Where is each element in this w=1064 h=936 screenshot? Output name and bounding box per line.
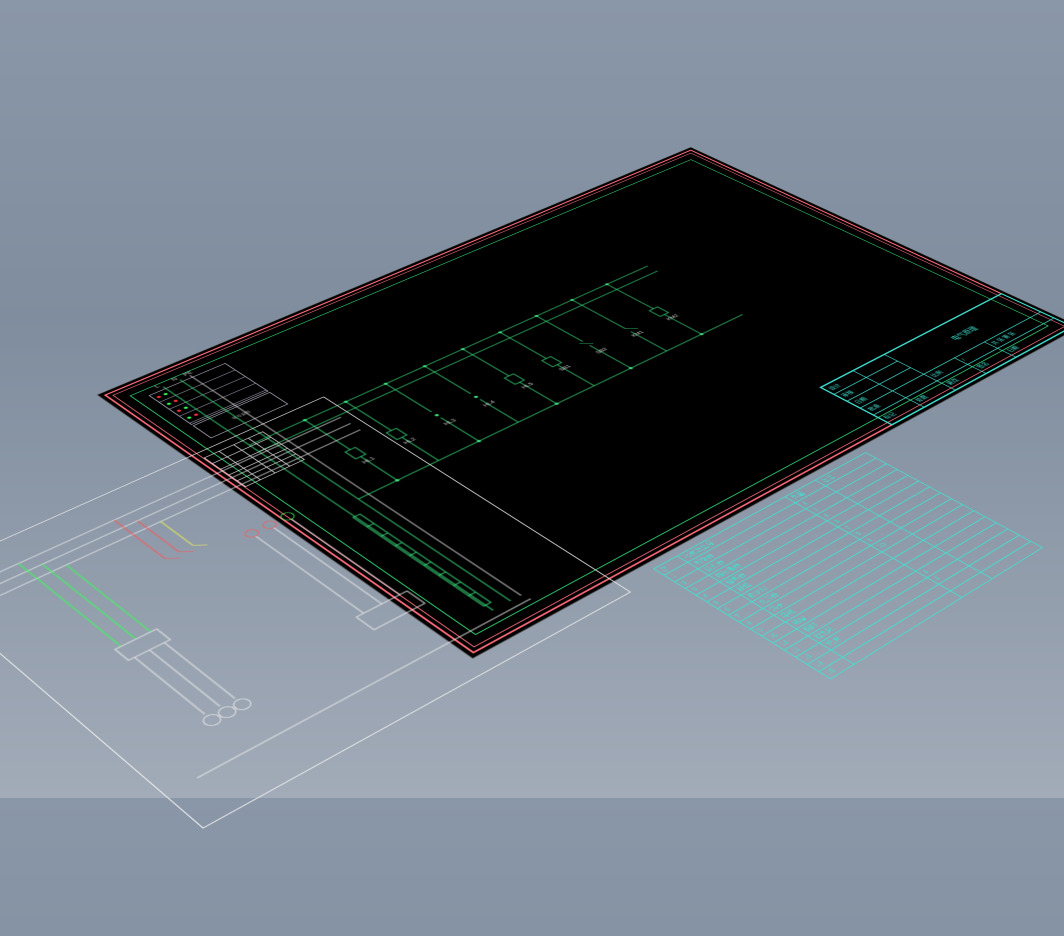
ref: HL1 xyxy=(361,457,377,465)
ref: HL5 xyxy=(521,382,536,390)
ref: HL4 xyxy=(482,400,497,408)
ref: HL2 xyxy=(403,437,419,445)
drawing-sheet[interactable]: · · · · · · · · · · · · 符号说明 L N PE xyxy=(98,147,1064,657)
ref: KM2 xyxy=(666,314,681,321)
rail-label: L xyxy=(154,385,162,389)
rail-label: PE xyxy=(182,371,195,377)
cad-3d-viewport[interactable]: · · · · · · · · · · · · 符号说明 L N PE xyxy=(0,0,1064,798)
legend-row: · · · xyxy=(170,377,256,416)
ref: SB2 xyxy=(595,347,610,354)
branches xyxy=(300,282,706,482)
ref: HL3 xyxy=(443,418,458,426)
rail-label: N xyxy=(171,377,180,382)
ghost-schematic-sheet: R S T xyxy=(0,397,631,829)
ref: SB1 xyxy=(558,365,573,373)
legend-row: · · · xyxy=(150,364,235,403)
legend-row: · · · xyxy=(180,384,266,424)
bom-table: 序名称及型号数量备注 1断路器12接触器23热继电器14熔断器35按钮26指示灯… xyxy=(653,452,1043,679)
ref: KM1 xyxy=(631,330,646,338)
isometric-scene: · · · · · · · · · · · · 符号说明 L N PE xyxy=(98,147,1064,657)
legend-block: · · · · · · · · · · · · xyxy=(148,363,268,425)
ghost-table xyxy=(204,431,305,487)
legend-caption: 符号说明 xyxy=(193,392,289,438)
legend-row: · · · xyxy=(160,370,245,409)
